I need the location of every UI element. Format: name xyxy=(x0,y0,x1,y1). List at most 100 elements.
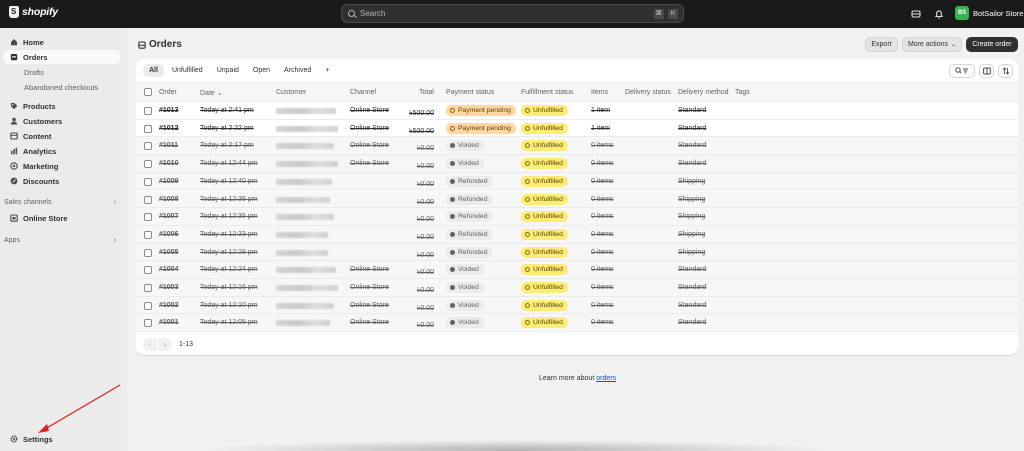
row-checkbox[interactable] xyxy=(144,124,152,133)
table-row[interactable]: #1011 Today at 2:17 pm Online Store ৳0.00 Vo… xyxy=(136,137,1018,156)
row-checkbox[interactable] xyxy=(144,142,152,151)
order-number[interactable]: #1013 xyxy=(159,107,178,114)
col-order[interactable]: Order xyxy=(159,89,177,96)
col-total[interactable]: Total xyxy=(419,89,434,96)
store-avatar[interactable]: BS xyxy=(955,6,969,20)
customer-name-blurred xyxy=(276,302,334,309)
row-checkbox[interactable] xyxy=(144,230,152,239)
order-number[interactable]: #1003 xyxy=(159,284,178,291)
row-checkbox[interactable] xyxy=(144,160,152,169)
status-dot-icon xyxy=(525,196,530,202)
order-number[interactable]: #1010 xyxy=(159,160,178,167)
table-row[interactable]: #1003 Today at 12:16 pm Online Store ৳0.00 V… xyxy=(136,279,1018,297)
col-payment-status[interactable]: Payment status xyxy=(446,89,494,96)
col-tags[interactable]: Tags xyxy=(735,89,750,96)
table-row[interactable]: #1001 Today at 12:05 pm Online Store ৳0.00 V… xyxy=(136,314,1018,333)
add-view-button[interactable]: + xyxy=(319,64,335,77)
sort-button[interactable] xyxy=(998,64,1013,78)
order-number[interactable]: #1005 xyxy=(159,249,178,256)
order-channel: Online Store xyxy=(350,301,389,309)
sidebar-item-discounts[interactable]: Discounts xyxy=(4,174,120,188)
row-checkbox[interactable] xyxy=(144,107,152,115)
payment-status-badge: Refunded xyxy=(446,175,493,187)
table-row[interactable]: #1002 Today at 12:10 pm Online Store ৳0.00 V… xyxy=(136,296,1018,315)
row-checkbox[interactable] xyxy=(144,319,152,328)
storage-icon[interactable] xyxy=(911,9,921,19)
col-fulfillment-status[interactable]: Fulfillment status xyxy=(521,89,574,96)
row-checkbox[interactable] xyxy=(144,195,152,204)
row-checkbox[interactable] xyxy=(144,177,152,186)
payment-status-text: Payment pending xyxy=(458,124,511,132)
row-checkbox[interactable] xyxy=(144,248,152,257)
sidebar-item-abandoned-checkouts[interactable]: Abandoned checkouts xyxy=(4,80,120,94)
row-checkbox[interactable] xyxy=(144,213,152,222)
payment-status-badge: Voided xyxy=(446,317,484,329)
sidebar-item-marketing[interactable]: Marketing xyxy=(4,159,120,173)
apps-section[interactable]: Apps › xyxy=(4,237,120,244)
order-number[interactable]: #1007 xyxy=(159,213,178,220)
search-filter-button[interactable] xyxy=(949,64,975,78)
order-number[interactable]: #1009 xyxy=(159,178,178,185)
order-number[interactable]: #1008 xyxy=(159,196,178,203)
table-row[interactable]: #1004 Today at 12:24 pm Online Store ৳0.00 V… xyxy=(136,261,1018,279)
tab-all[interactable]: All xyxy=(143,64,164,77)
col-delivery-method[interactable]: Delivery method xyxy=(678,89,729,96)
fulfillment-status-badge: Unfulfilled xyxy=(521,193,568,205)
shopify-logo[interactable]: shopify xyxy=(9,6,58,18)
sidebar-item-customers[interactable]: Customers xyxy=(4,114,120,128)
tab-unpaid[interactable]: Unpaid xyxy=(211,64,245,77)
sidebar-item-products[interactable]: Products xyxy=(4,99,120,113)
search-bar[interactable]: Search ⌘ K xyxy=(341,4,684,23)
sidebar-item-orders[interactable]: Orders xyxy=(4,50,120,64)
table-row[interactable]: #1005 Today at 12:28 pm ৳0.00 Refunded Unful… xyxy=(136,243,1018,262)
sidebar-item-settings[interactable]: Settings xyxy=(4,432,120,446)
table-row[interactable]: #1008 Today at 12:36 pm ৳0.00 Refunded Unful… xyxy=(136,190,1018,209)
create-order-button[interactable]: Create order xyxy=(966,37,1018,52)
prev-page-button[interactable]: ‹ xyxy=(143,338,157,351)
order-number[interactable]: #1001 xyxy=(159,319,178,326)
table-row[interactable]: #1006 Today at 12:33 pm ৳0.00 Refunded Unful… xyxy=(136,225,1018,244)
order-number[interactable]: #1004 xyxy=(159,266,178,273)
table-row[interactable]: #1009 Today at 12:40 pm ৳0.00 Refunded Unful… xyxy=(136,172,1018,191)
payment-status-badge: Refunded xyxy=(446,246,493,258)
order-number[interactable]: #1011 xyxy=(159,142,178,149)
status-dot-icon xyxy=(450,302,455,308)
order-number[interactable]: #1002 xyxy=(159,302,178,309)
sidebar-item-drafts[interactable]: Drafts xyxy=(4,65,120,79)
table-row[interactable]: #1012 Today at 2:22 pm Online Store ৳500.00… xyxy=(136,119,1018,138)
col-date[interactable]: Date ⌄ xyxy=(200,89,223,97)
col-items[interactable]: Items xyxy=(591,89,608,96)
tab-archived[interactable]: Archived xyxy=(278,64,317,77)
sidebar-item-online-store[interactable]: Online Store xyxy=(4,211,120,225)
learn-more-orders-link[interactable]: orders xyxy=(596,375,616,382)
order-number[interactable]: #1006 xyxy=(159,231,178,238)
more-actions-button[interactable]: More actions ⌄ xyxy=(902,37,962,52)
search-filter-icon xyxy=(955,67,968,74)
sidebar-item-analytics[interactable]: Analytics xyxy=(4,144,120,158)
export-button[interactable]: Export xyxy=(865,37,898,52)
order-number[interactable]: #1012 xyxy=(159,125,178,132)
table-row[interactable]: #1010 Today at 12:44 pm Online Store ৳0.00 V… xyxy=(136,155,1018,173)
next-page-button[interactable]: › xyxy=(158,338,172,351)
fulfillment-status-text: Unfulfilled xyxy=(533,160,563,168)
sales-channels-section[interactable]: Sales channels › xyxy=(4,199,120,206)
col-delivery-status[interactable]: Delivery status xyxy=(625,89,671,96)
row-checkbox[interactable] xyxy=(144,301,152,310)
tab-open[interactable]: Open xyxy=(247,64,276,77)
sidebar-item-home[interactable]: Home xyxy=(4,35,120,49)
status-dot-icon xyxy=(450,125,455,131)
bell-icon[interactable] xyxy=(934,9,944,19)
row-checkbox[interactable] xyxy=(144,266,152,275)
store-name[interactable]: BotSailor Store xyxy=(973,9,1023,18)
select-all-checkbox[interactable] xyxy=(144,88,152,96)
table-row[interactable]: #1007 Today at 12:35 pm ৳0.00 Refunded Unful… xyxy=(136,208,1018,226)
columns-button[interactable] xyxy=(979,64,994,78)
table-row[interactable]: #1013 Today at 2:41 pm Online Store ৳500.00… xyxy=(136,102,1018,120)
tab-unfulfilled[interactable]: Unfulfilled xyxy=(166,64,209,77)
fulfillment-status-badge: Unfulfilled xyxy=(521,264,568,276)
shortcut-key-k: K xyxy=(668,9,678,19)
sidebar-item-content[interactable]: Content xyxy=(4,129,120,143)
col-customer[interactable]: Customer xyxy=(276,89,306,96)
row-checkbox[interactable] xyxy=(144,284,152,292)
col-channel[interactable]: Channel xyxy=(350,89,376,96)
